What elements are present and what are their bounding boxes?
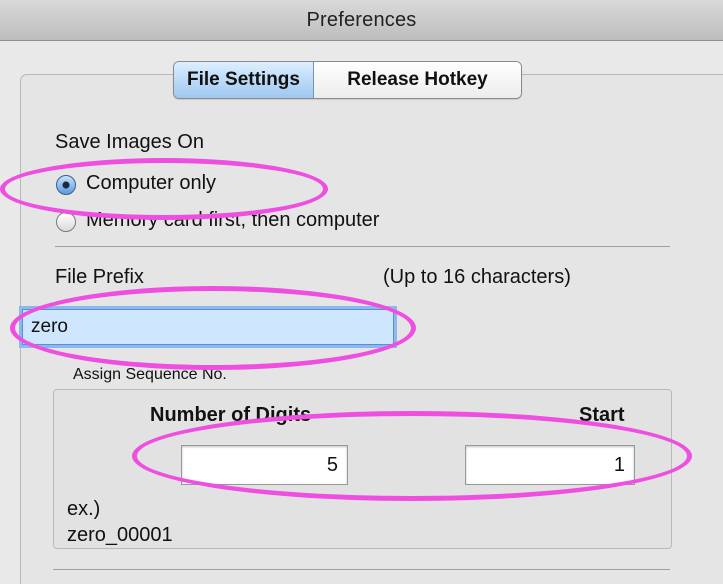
assign-sequence-heading: Assign Sequence No. [73,366,227,383]
tab-release-hotkey[interactable]: Release Hotkey [314,62,521,98]
radio-computer-only[interactable] [56,175,76,195]
save-images-heading: Save Images On [55,131,204,153]
start-input[interactable]: 1 [465,445,635,485]
window-title: Preferences [306,8,417,31]
example-value: zero_00001 [67,524,173,546]
file-prefix-input[interactable]: zero [22,309,394,345]
file-prefix-label: File Prefix [55,266,144,288]
radio-computer-only-label[interactable]: Computer only [86,172,216,195]
section-divider [55,246,670,247]
radio-memory-card-first-label[interactable]: Memory card first, then computer [86,209,379,232]
tab-file-settings[interactable]: File Settings [174,62,314,98]
start-label: Start [579,404,625,426]
radio-memory-card-first[interactable] [56,212,76,232]
tab-bar: File Settings Release Hotkey [173,61,522,99]
digits-input[interactable]: 5 [181,445,348,485]
digits-label: Number of Digits [150,404,312,426]
title-bar: Preferences [0,0,723,41]
file-prefix-hint: (Up to 16 characters) [383,266,571,288]
example-label: ex.) [67,498,101,520]
bottom-divider [53,569,670,570]
